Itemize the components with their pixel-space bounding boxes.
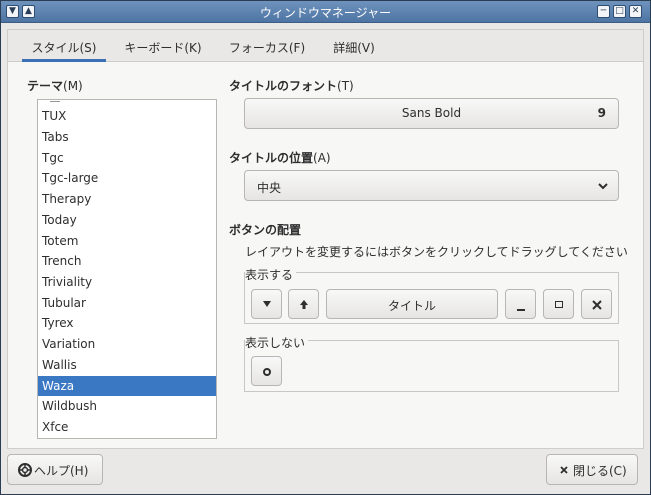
close-button[interactable] [581,289,612,319]
list-item[interactable]: Tyrex [38,313,216,333]
list-item[interactable]: Trench [38,251,216,271]
tab-advanced[interactable]: 詳細(V) [326,30,382,62]
close-icon [560,466,568,474]
button-layout-hint: レイアウトを変更するにはボタンをクリックしてドラッグしてください [245,245,628,259]
list-item[interactable]: Totem [38,231,216,251]
tab-bar: スタイル(S) キーボード(K) フォーカス(F) 詳細(V) [8,30,643,62]
maximize-button[interactable] [543,289,574,319]
list-item[interactable]: Tabs [38,127,216,147]
list-item[interactable]: Tubular [38,293,216,313]
title-bar[interactable]: ▼ ▲ ウィンドウマネージャー ─ □ ✕ [1,1,650,23]
minimize-icon[interactable]: ─ [597,5,610,18]
help-label: ヘルプ(H) [34,464,89,478]
button-layout-label: ボタンの配置 [229,223,302,237]
list-item-selected[interactable]: Waza [38,376,216,396]
title-align-label: タイトルの位置(A) [229,151,331,165]
list-item[interactable]: Triviality [38,272,216,292]
shade-button[interactable] [288,289,319,319]
window-title: ウィンドウマネージャー [259,6,392,20]
list-item[interactable]: Tgc [38,148,216,168]
title-button[interactable]: タイトル [326,289,498,319]
dialog-footer: ヘルプ(H) 閉じる(C) [1,449,650,494]
font-button[interactable]: Sans Bold 9 [244,98,619,129]
close-label: 閉じる(C) [573,464,627,478]
title-align-select[interactable]: 中央 [244,170,619,201]
arrow-up-icon [300,300,308,309]
title-align-value: 中央 [257,181,282,195]
close-dialog-button[interactable]: 閉じる(C) [546,454,638,485]
help-button[interactable]: ヘルプ(H) [7,454,103,485]
title-font-label: タイトルのフォント(T) [229,79,354,93]
menu-icon [263,301,271,307]
theme-list[interactable]: TUX Tabs Tgc Tgc-large Therapy Today Tot… [37,99,217,439]
list-item[interactable]: Wallis [38,355,216,375]
list-item[interactable]: Variation [38,334,216,354]
list-item[interactable]: Therapy [38,189,216,209]
list-item[interactable]: Tgc-large [38,168,216,188]
font-name: Sans Bold [401,106,462,120]
tab-style[interactable]: スタイル(S) [22,30,106,62]
minimize-icon [517,309,525,311]
list-item[interactable]: Xfce [38,417,216,437]
close-icon [592,300,602,310]
font-size: 9 [597,106,606,120]
tab-focus[interactable]: フォーカス(F) [222,30,312,62]
list-item[interactable]: Today [38,210,216,230]
close-window-icon[interactable]: ✕ [629,5,642,18]
active-buttons-legend: 表示する [245,266,297,283]
menu-button[interactable] [251,289,282,319]
theme-label: テーマ(M) [27,79,83,93]
chevron-down-icon [598,183,608,190]
dialog-content: スタイル(S) キーボード(K) フォーカス(F) 詳細(V) テーマ(M) T… [7,29,644,449]
maximize-icon[interactable]: □ [613,5,626,18]
help-icon [18,463,32,477]
maximize-icon [555,301,563,308]
window: ▼ ▲ ウィンドウマネージャー ─ □ ✕ スタイル(S) キーボード(K) フ… [0,0,651,495]
tab-keyboard[interactable]: キーボード(K) [116,30,210,62]
stick-button[interactable] [251,356,282,386]
stick-icon [263,368,271,376]
list-item[interactable]: Wildbush [38,396,216,416]
minimize-button[interactable] [505,289,536,319]
list-item[interactable]: TUX [38,106,216,126]
hidden-buttons-legend: 表示しない [245,334,309,351]
